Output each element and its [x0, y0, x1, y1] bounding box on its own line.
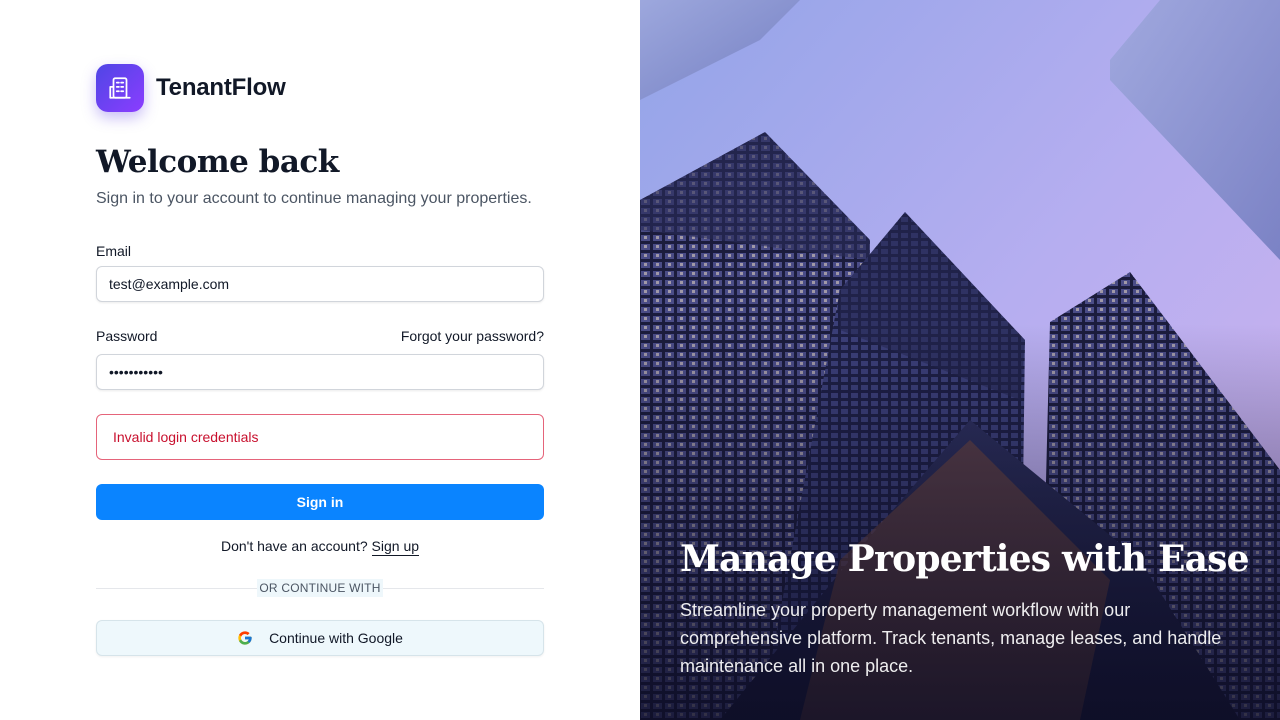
signup-link[interactable]: Sign up	[371, 538, 420, 556]
hero-description: Streamline your property management work…	[680, 600, 1222, 676]
google-button-label: Continue with Google	[269, 630, 403, 646]
brand-logo	[96, 64, 144, 112]
signup-row: Don't have an account? Sign up	[96, 538, 544, 556]
password-label: Password	[96, 328, 158, 344]
hero-title: Manage Properties with Ease	[680, 538, 1250, 580]
error-message: Invalid login credentials	[113, 429, 259, 445]
email-field[interactable]	[96, 266, 544, 302]
signup-prompt: Don't have an account?	[220, 538, 368, 554]
hero-panel: Manage Properties with Ease Streamline y…	[640, 0, 1280, 720]
page-title: Welcome back	[96, 144, 339, 180]
error-alert: Invalid login credentials	[96, 414, 544, 460]
login-panel: TenantFlow Welcome back Sign in to your …	[0, 0, 640, 720]
brand: TenantFlow	[96, 64, 286, 112]
password-field[interactable]	[96, 354, 544, 390]
google-icon	[237, 630, 253, 646]
google-signin-button[interactable]: Continue with Google	[96, 620, 544, 656]
sign-in-button[interactable]: Sign in	[96, 484, 544, 520]
building-icon	[109, 77, 131, 99]
brand-name: TenantFlow	[156, 74, 286, 101]
email-label: Email	[96, 243, 132, 259]
page-subtitle: Sign in to your account to continue mana…	[96, 190, 532, 207]
forgot-password-link[interactable]: Forgot your password?	[401, 328, 544, 344]
divider-text: OR CONTINUE WITH	[257, 579, 383, 597]
